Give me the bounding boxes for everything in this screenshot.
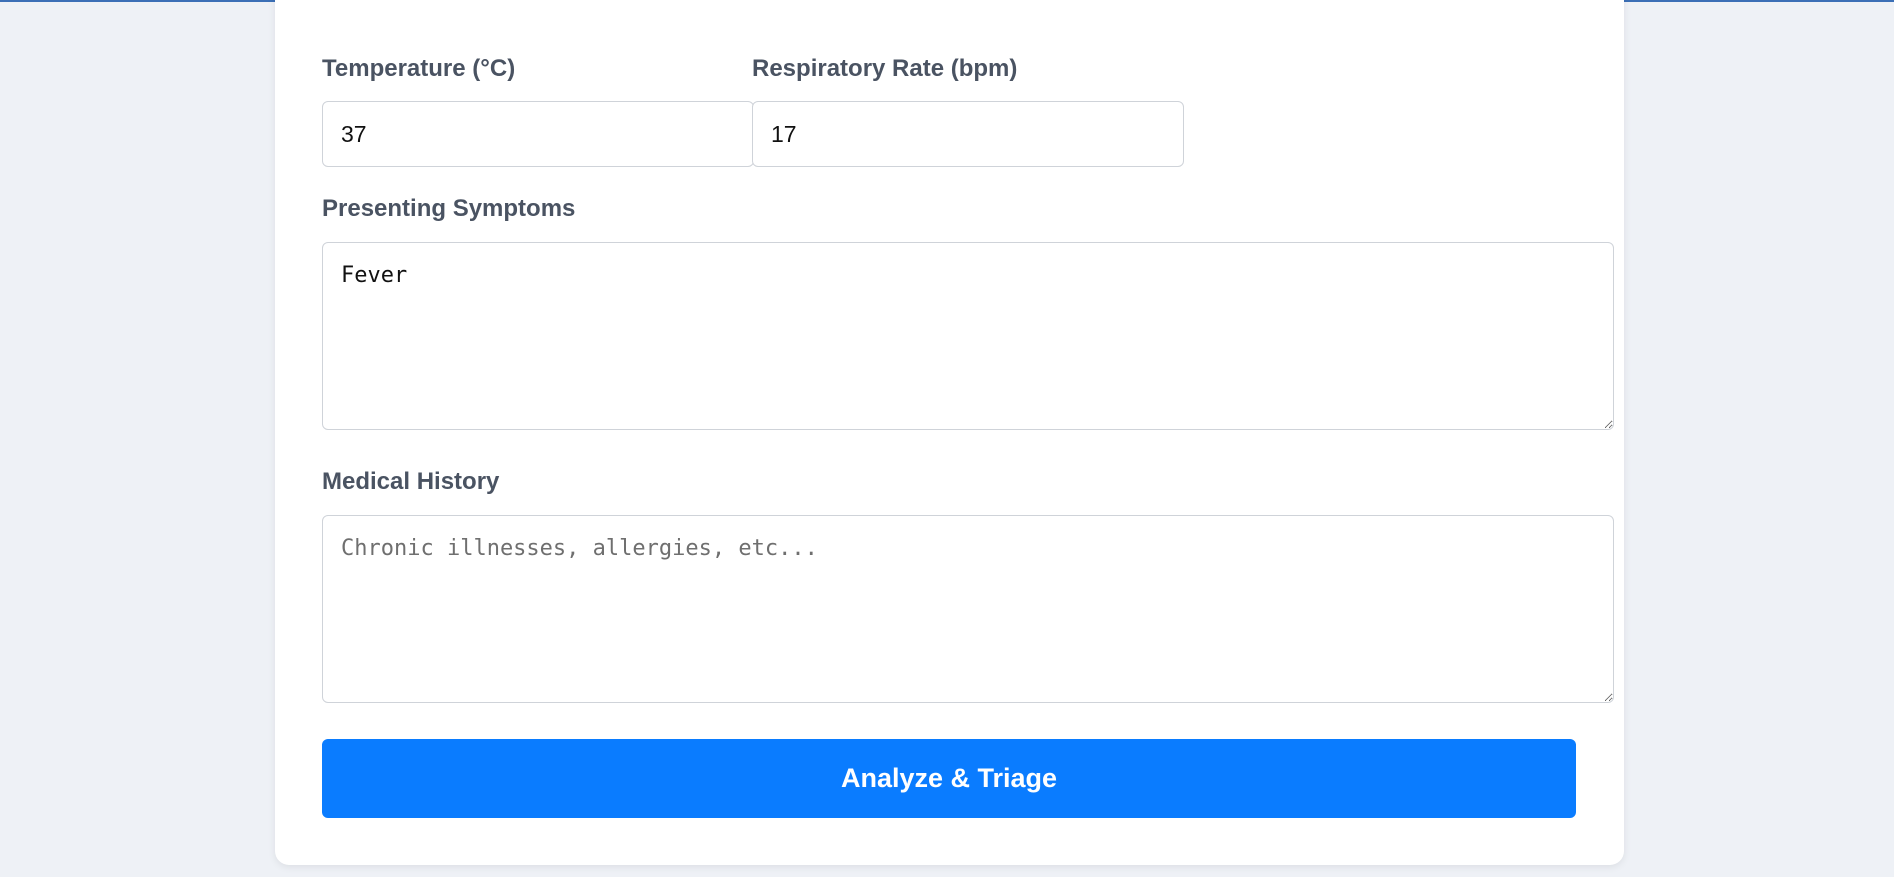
presenting-symptoms-label: Presenting Symptoms [322, 195, 576, 222]
temperature-input[interactable] [322, 101, 754, 167]
medical-history-label: Medical History [322, 468, 500, 495]
presenting-symptoms-textarea[interactable]: Fever [322, 242, 1614, 430]
medical-history-textarea[interactable] [322, 515, 1614, 703]
respiratory-rate-label: Respiratory Rate (bpm) [752, 55, 1018, 82]
respiratory-rate-input[interactable] [752, 101, 1184, 167]
temperature-label: Temperature (°C) [322, 55, 516, 82]
analyze-triage-button[interactable]: Analyze & Triage [322, 739, 1576, 818]
